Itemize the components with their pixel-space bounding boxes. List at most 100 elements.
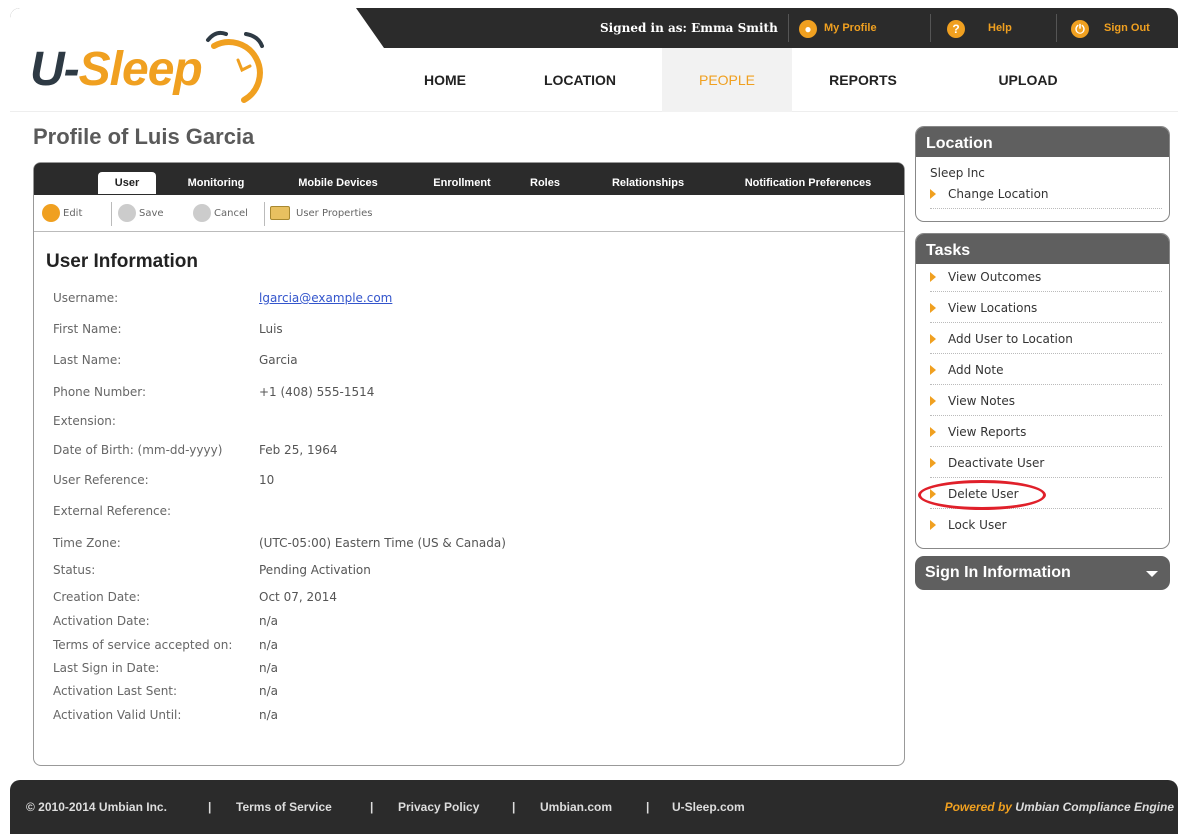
save-icon — [118, 204, 136, 222]
value-last-sign-in: n/a — [259, 661, 279, 675]
task-lock-user[interactable]: Lock User — [930, 518, 1162, 540]
nav-location[interactable]: LOCATION — [525, 48, 635, 112]
tab-relationships[interactable]: Relationships — [602, 172, 694, 194]
task-label: View Reports — [948, 425, 1027, 439]
label-creation-date: Creation Date: — [53, 590, 141, 604]
highlight-ring — [918, 480, 1046, 510]
chevron-down-icon — [1146, 571, 1158, 577]
divider — [264, 202, 265, 226]
help-link[interactable]: Help — [988, 8, 1012, 48]
nav-reports[interactable]: REPORTS — [808, 48, 918, 112]
label-last-sign-in: Last Sign in Date: — [53, 661, 160, 675]
powered-by: Powered by Umbian Compliance Engine — [945, 800, 1174, 814]
task-label: Deactivate User — [948, 456, 1045, 470]
terms-link[interactable]: Terms of Service — [236, 800, 332, 814]
privacy-link[interactable]: Privacy Policy — [398, 800, 479, 814]
arrow-icon — [930, 365, 936, 375]
value-creation-date: Oct 07, 2014 — [259, 590, 337, 604]
label-activation-valid-until: Activation Valid Until: — [53, 708, 182, 722]
label-terms-accepted: Terms of service accepted on: — [53, 638, 233, 652]
usleep-link[interactable]: U-Sleep.com — [672, 800, 745, 814]
signed-in-text: Signed in as: Emma Smith — [600, 21, 778, 35]
label-activation-last-sent: Activation Last Sent: — [53, 684, 178, 698]
label-dob: Date of Birth: (mm-dd-yyyy) — [53, 443, 223, 457]
tab-notification-preferences[interactable]: Notification Preferences — [728, 172, 888, 194]
tab-user[interactable]: User — [98, 172, 156, 194]
label-phone: Phone Number: — [53, 385, 147, 399]
location-org: Sleep Inc — [930, 166, 985, 180]
sign-in-information-title: Sign In Information — [925, 564, 1071, 581]
label-extension: Extension: — [53, 414, 116, 428]
change-location-label: Change Location — [948, 187, 1049, 201]
change-location-link[interactable]: Change Location — [930, 187, 1162, 209]
label-user-reference: User Reference: — [53, 473, 149, 487]
arrow-icon — [930, 272, 936, 282]
task-label: View Notes — [948, 394, 1015, 408]
task-view-notes[interactable]: View Notes — [930, 394, 1162, 416]
divider — [930, 14, 931, 42]
save-button[interactable]: Save — [139, 206, 164, 222]
edit-button[interactable]: Edit — [63, 206, 82, 222]
label-time-zone: Time Zone: — [53, 536, 121, 550]
section-title: User Information — [46, 251, 199, 272]
nav-home[interactable]: HOME — [405, 48, 485, 112]
user-properties-button[interactable]: User Properties — [296, 206, 373, 222]
cancel-button[interactable]: Cancel — [214, 206, 248, 222]
value-time-zone: (UTC-05:00) Eastern Time (US & Canada) — [259, 536, 506, 550]
value-status: Pending Activation — [259, 563, 371, 577]
arrow-icon — [930, 458, 936, 468]
label-first-name: First Name: — [53, 322, 122, 336]
tasks-title: Tasks — [916, 234, 1169, 264]
toolbar — [34, 196, 904, 232]
task-deactivate-user[interactable]: Deactivate User — [930, 456, 1162, 478]
task-add-user-to-location[interactable]: Add User to Location — [930, 332, 1162, 354]
arrow-icon — [930, 303, 936, 313]
location-title: Location — [916, 127, 1169, 157]
footer-separator: | — [646, 800, 650, 814]
value-activation-last-sent: n/a — [259, 684, 279, 698]
sign-out-link[interactable]: Sign Out — [1104, 8, 1150, 48]
task-label: Add Note — [948, 363, 1004, 377]
task-view-outcomes[interactable]: View Outcomes — [930, 270, 1162, 292]
nav-people[interactable]: PEOPLE — [662, 48, 792, 112]
task-view-reports[interactable]: View Reports — [930, 425, 1162, 447]
arrow-icon — [930, 396, 936, 406]
footer-separator: | — [208, 800, 212, 814]
footer-separator: | — [512, 800, 516, 814]
power-icon: ⏻ — [1071, 20, 1089, 38]
tab-roles[interactable]: Roles — [520, 172, 570, 194]
task-label: Add User to Location — [948, 332, 1073, 346]
sign-in-information-toggle[interactable]: Sign In Information — [915, 556, 1170, 590]
powered-by-engine[interactable]: Umbian Compliance Engine — [1015, 800, 1174, 814]
label-status: Status: — [53, 563, 96, 577]
task-label: Lock User — [948, 518, 1007, 532]
label-last-name: Last Name: — [53, 353, 122, 367]
task-label: View Outcomes — [948, 270, 1042, 284]
nav-upload[interactable]: UPLOAD — [968, 48, 1088, 112]
copyright: © 2010-2014 Umbian Inc. — [26, 800, 167, 814]
task-view-locations[interactable]: View Locations — [930, 301, 1162, 323]
tab-enrollment[interactable]: Enrollment — [420, 172, 504, 194]
value-user-reference: 10 — [259, 473, 275, 487]
arrow-icon — [930, 520, 936, 530]
label-username: Username: — [53, 291, 119, 305]
task-label: View Locations — [948, 301, 1038, 315]
value-last-name: Garcia — [259, 353, 298, 367]
task-add-note[interactable]: Add Note — [930, 363, 1162, 385]
arrow-icon — [930, 334, 936, 344]
label-external-reference: External Reference: — [53, 504, 172, 518]
tab-mobile-devices[interactable]: Mobile Devices — [288, 172, 388, 194]
tab-monitoring[interactable]: Monitoring — [180, 172, 252, 194]
divider — [111, 202, 112, 226]
umbian-link[interactable]: Umbian.com — [540, 800, 612, 814]
value-username[interactable]: lgarcia@example.com — [259, 291, 392, 305]
value-activation-valid-until: n/a — [259, 708, 279, 722]
cancel-icon — [193, 204, 211, 222]
page-title: Profile of Luis Garcia — [33, 124, 255, 149]
user-properties-icon — [270, 206, 290, 220]
divider — [1056, 14, 1057, 42]
edit-icon — [42, 204, 60, 222]
value-dob: Feb 25, 1964 — [259, 443, 338, 457]
my-profile-link[interactable]: My Profile — [824, 8, 877, 48]
footer-separator: | — [370, 800, 374, 814]
